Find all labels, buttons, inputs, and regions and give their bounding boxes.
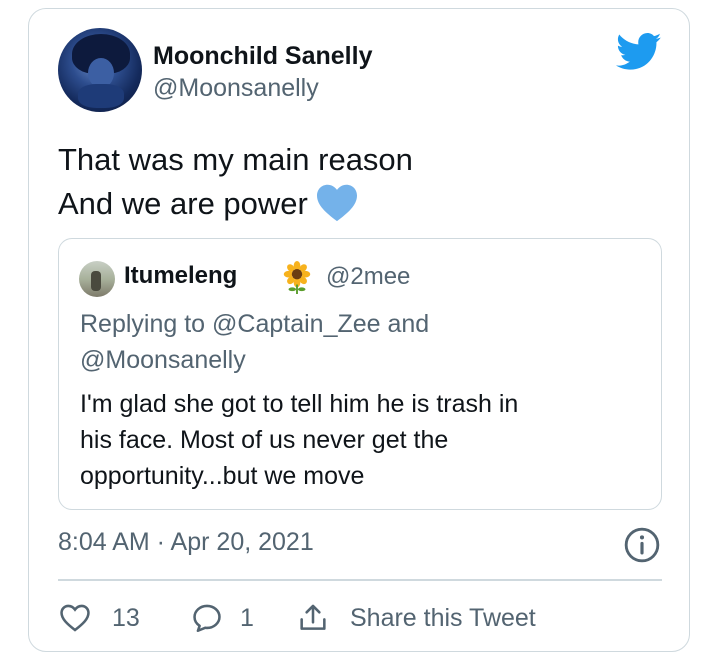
twitter-bird-icon[interactable] xyxy=(616,32,662,72)
share-label: Share this Tweet xyxy=(350,603,536,632)
tweet-text: That was my main reason And we are power xyxy=(58,138,413,226)
author-name[interactable]: Moonchild Sanelly xyxy=(153,42,372,71)
quoted-author-avatar[interactable] xyxy=(79,261,115,297)
info-icon[interactable] xyxy=(623,526,661,564)
replying-to: Replying to @Captain_Zee and @Moonsanell… xyxy=(80,306,640,378)
like-count: 13 xyxy=(112,603,140,632)
quoted-text-line3: opportunity...but we move xyxy=(80,462,365,490)
share-icon xyxy=(300,604,326,630)
share-button[interactable]: Share this Tweet xyxy=(296,598,536,638)
author-avatar[interactable] xyxy=(58,28,142,112)
avatar-figure xyxy=(91,271,101,291)
heart-outline-icon xyxy=(60,604,90,632)
quoted-author-handle[interactable]: @2mee xyxy=(326,263,410,291)
like-button[interactable]: 13 xyxy=(58,598,140,638)
avatar-hands xyxy=(78,84,124,108)
replying-to-line1[interactable]: Replying to @Captain_Zee and xyxy=(80,306,640,342)
tweet-timestamp[interactable]: 8:04 AM · Apr 20, 2021 xyxy=(58,528,314,557)
tweet-text-line1: That was my main reason xyxy=(58,142,413,177)
sunflower-icon xyxy=(283,260,311,294)
quoted-text-line2: his face. Most of us never get the xyxy=(80,426,449,454)
reply-count: 1 xyxy=(240,603,254,632)
divider xyxy=(58,579,662,581)
author-handle[interactable]: @Moonsanelly xyxy=(153,74,319,103)
quoted-text-line1: I'm glad she got to tell him he is trash… xyxy=(80,390,519,418)
reply-bubble-icon xyxy=(193,604,221,633)
tweet-text-line2: And we are power xyxy=(58,182,413,226)
quoted-author-name[interactable]: Itumeleng xyxy=(124,262,237,290)
reply-button[interactable]: 1 xyxy=(190,598,254,638)
replying-to-line2[interactable]: @Moonsanelly xyxy=(80,342,640,378)
quoted-tweet-text: I'm glad she got to tell him he is trash… xyxy=(80,386,640,494)
blue-heart-icon xyxy=(316,184,357,221)
